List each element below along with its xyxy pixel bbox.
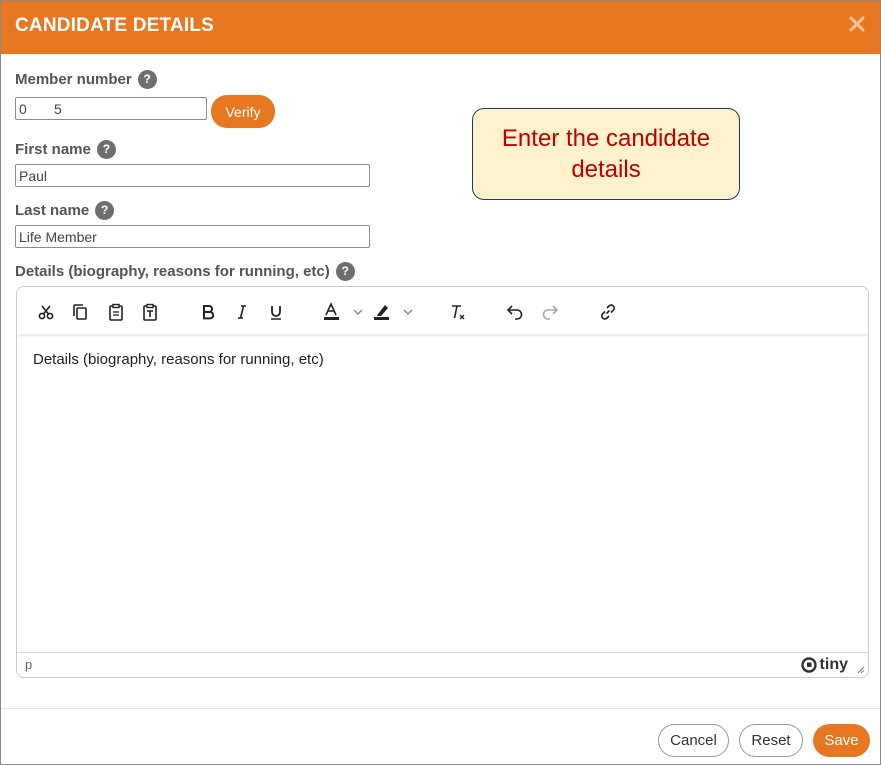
- underline-icon[interactable]: [263, 299, 289, 325]
- tiny-logo-icon: [800, 657, 817, 673]
- highlight-color-icon[interactable]: [372, 299, 416, 325]
- dialog-header: CANDIDATE DETAILS: [1, 1, 880, 54]
- bold-icon[interactable]: [195, 299, 221, 325]
- callout-text: Enter the candidate details: [501, 125, 711, 183]
- rich-text-editor: Details (biography, reasons for running,…: [16, 286, 869, 678]
- save-button[interactable]: Save: [813, 724, 870, 757]
- member-number-input[interactable]: [15, 97, 207, 120]
- link-icon[interactable]: [595, 299, 621, 325]
- help-icon[interactable]: ?: [96, 140, 116, 159]
- help-icon[interactable]: ?: [137, 70, 157, 89]
- first-name-label: First name ?: [15, 140, 116, 159]
- first-name-label-text: First name: [15, 141, 91, 158]
- help-icon[interactable]: ?: [95, 201, 115, 220]
- help-icon[interactable]: ?: [335, 262, 355, 281]
- details-label-text: Details (biography, reasons for running,…: [15, 263, 330, 280]
- details-label: Details (biography, reasons for running,…: [15, 262, 355, 281]
- paste-text-icon[interactable]: [137, 299, 163, 325]
- first-name-input[interactable]: [15, 164, 370, 187]
- last-name-input[interactable]: [15, 225, 370, 248]
- verify-button[interactable]: Verify: [211, 95, 275, 128]
- candidate-details-dialog: CANDIDATE DETAILS Member number ? Verify…: [0, 0, 881, 765]
- last-name-label: Last name ?: [15, 201, 115, 220]
- redo-icon[interactable]: [537, 299, 563, 325]
- last-name-label-text: Last name: [15, 202, 90, 219]
- text-color-icon[interactable]: [322, 299, 366, 325]
- editor-statusbar: p tiny: [17, 652, 868, 677]
- clear-formatting-icon[interactable]: [445, 299, 471, 325]
- tiny-brand-text: tiny: [819, 656, 848, 673]
- element-path[interactable]: p: [25, 657, 32, 672]
- close-icon[interactable]: [846, 13, 868, 35]
- footer-divider: [1, 708, 880, 709]
- resize-handle-icon[interactable]: [855, 664, 865, 674]
- cancel-button[interactable]: Cancel: [658, 724, 729, 757]
- italic-icon[interactable]: [229, 299, 255, 325]
- cut-icon[interactable]: [33, 299, 59, 325]
- member-number-label: Member number ?: [15, 70, 157, 89]
- copy-icon[interactable]: [67, 299, 93, 325]
- instruction-callout: Enter the candidate details: [472, 108, 740, 200]
- editor-content[interactable]: Details (biography, reasons for running,…: [33, 351, 324, 368]
- paste-icon[interactable]: [103, 299, 129, 325]
- editor-toolbar: [17, 287, 868, 335]
- dialog-title: CANDIDATE DETAILS: [15, 15, 215, 36]
- undo-icon[interactable]: [502, 299, 528, 325]
- tiny-branding[interactable]: tiny: [800, 656, 848, 674]
- reset-button[interactable]: Reset: [739, 724, 803, 757]
- member-number-label-text: Member number: [15, 71, 132, 88]
